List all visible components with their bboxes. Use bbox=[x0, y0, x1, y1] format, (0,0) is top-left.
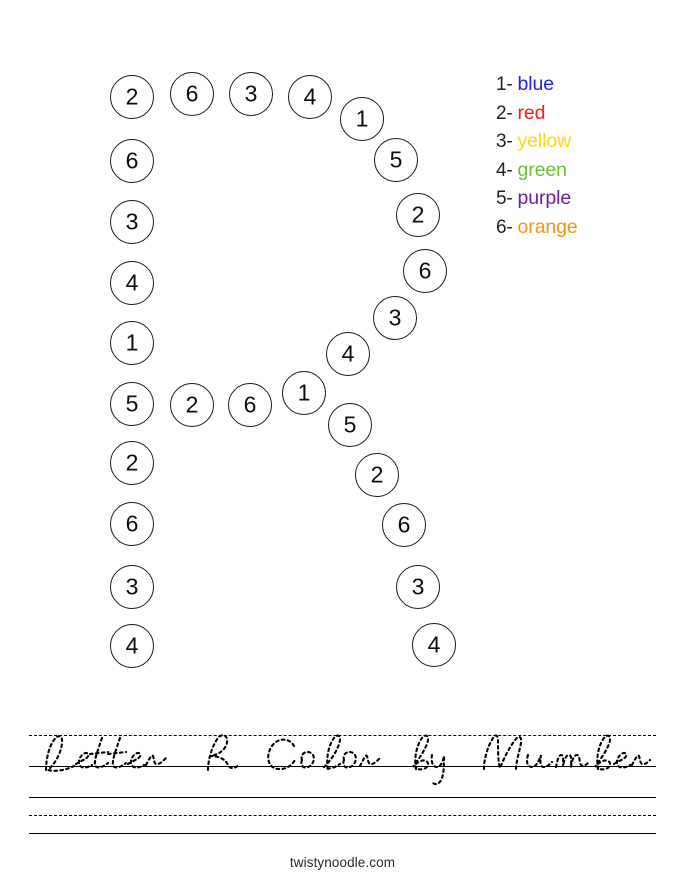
number-dot[interactable]: 6 bbox=[110, 502, 154, 546]
number-dot[interactable]: 2 bbox=[355, 453, 399, 497]
site-footer: twistynoodle.com bbox=[289, 855, 396, 870]
number-dot-value: 5 bbox=[343, 411, 357, 437]
legend-color-word: blue bbox=[517, 73, 555, 95]
number-dot-value: 1 bbox=[355, 105, 369, 131]
legend-number: 5- bbox=[496, 188, 513, 209]
number-dot-value: 3 bbox=[125, 573, 139, 599]
number-dot[interactable]: 5 bbox=[374, 138, 418, 182]
number-dot[interactable]: 1 bbox=[282, 371, 326, 415]
number-dot-value: 6 bbox=[418, 257, 432, 283]
legend-row: 3- yellow bbox=[496, 127, 666, 156]
legend-row: 2- red bbox=[496, 99, 666, 128]
number-dot[interactable]: 5 bbox=[110, 382, 154, 426]
legend-color-word: yellow bbox=[517, 130, 572, 152]
number-dot-value: 4 bbox=[125, 632, 139, 658]
number-dot[interactable]: 6 bbox=[110, 139, 154, 183]
practice-line-dashed-top bbox=[29, 735, 656, 736]
number-dot[interactable]: 1 bbox=[110, 321, 154, 365]
legend-row: 6- orange bbox=[496, 213, 666, 242]
worksheet-page: 263415263463415261526342634 1- blue 2- red 3… bbox=[0, 0, 685, 886]
legend-number: 4- bbox=[496, 159, 513, 181]
number-dot-value: 2 bbox=[185, 391, 199, 417]
number-dot-value: 2 bbox=[125, 449, 139, 475]
number-dot-value: 1 bbox=[125, 329, 139, 355]
practice-line-dashed-mid-2 bbox=[29, 815, 656, 816]
number-dot-value: 3 bbox=[125, 208, 139, 234]
number-dot-value: 6 bbox=[397, 511, 411, 537]
number-dot-value: 2 bbox=[370, 461, 384, 487]
legend-row: 4- green bbox=[496, 156, 666, 185]
color-key-legend: 1- blue 2- red 3- yellow 4- green 5- purple 6- oran… bbox=[496, 70, 666, 241]
number-dot[interactable]: 4 bbox=[110, 261, 154, 305]
number-dot-value: 4 bbox=[125, 269, 139, 295]
practice-line-baseline-2 bbox=[29, 833, 656, 834]
legend-color-word: orange bbox=[517, 215, 578, 238]
number-dot[interactable]: 2 bbox=[396, 193, 440, 237]
practice-line-top-2 bbox=[29, 797, 656, 798]
number-dot[interactable]: 4 bbox=[110, 624, 154, 668]
number-dot-value: 6 bbox=[243, 391, 257, 417]
number-dot-value: 5 bbox=[389, 146, 403, 172]
number-dot[interactable]: 4 bbox=[326, 332, 370, 376]
number-dot-value: 6 bbox=[185, 80, 199, 106]
legend-color-word: green bbox=[517, 158, 567, 181]
legend-color-word: red bbox=[517, 101, 546, 124]
number-dot-value: 3 bbox=[244, 80, 258, 106]
number-dot-value: 2 bbox=[125, 83, 139, 109]
legend-number: 1- bbox=[496, 74, 513, 95]
number-dot[interactable]: 3 bbox=[229, 72, 273, 116]
legend-row: 5- purple bbox=[496, 184, 666, 213]
number-dot-value: 5 bbox=[125, 390, 139, 416]
number-dot-value: 4 bbox=[427, 631, 441, 657]
number-dot[interactable]: 1 bbox=[340, 97, 384, 141]
number-dot-value: 4 bbox=[341, 340, 355, 366]
number-dot-value: 3 bbox=[411, 573, 425, 599]
legend-row: 1- blue bbox=[496, 70, 666, 99]
number-dot-value: 3 bbox=[388, 304, 402, 330]
letter-dot-grid: 263415263463415261526342634 bbox=[0, 0, 490, 700]
number-dot-value: 1 bbox=[297, 379, 311, 405]
legend-number: 2- bbox=[496, 102, 513, 124]
number-dot[interactable]: 3 bbox=[373, 296, 417, 340]
number-dot-value: 2 bbox=[411, 201, 425, 227]
number-dot[interactable]: 3 bbox=[110, 565, 154, 609]
number-dot[interactable]: 2 bbox=[110, 441, 154, 485]
legend-color-word: purple bbox=[517, 187, 572, 209]
number-dot[interactable]: 2 bbox=[110, 75, 154, 119]
number-dot[interactable]: 2 bbox=[170, 383, 214, 427]
handwriting-practice-lines bbox=[29, 735, 656, 835]
number-dot[interactable]: 6 bbox=[382, 503, 426, 547]
number-dot[interactable]: 4 bbox=[288, 75, 332, 119]
number-dot[interactable]: 6 bbox=[228, 383, 272, 427]
number-dot-value: 4 bbox=[303, 83, 317, 109]
number-dot[interactable]: 3 bbox=[110, 200, 154, 244]
number-dot[interactable]: 5 bbox=[328, 403, 372, 447]
number-dot-value: 6 bbox=[125, 510, 139, 536]
legend-number: 3- bbox=[496, 131, 513, 152]
number-dot[interactable]: 6 bbox=[403, 249, 447, 293]
number-dot[interactable]: 3 bbox=[396, 565, 440, 609]
number-dot-value: 6 bbox=[125, 147, 139, 173]
number-dot[interactable]: 6 bbox=[170, 72, 214, 116]
number-dot[interactable]: 4 bbox=[412, 623, 456, 667]
practice-line-baseline-1 bbox=[29, 766, 656, 767]
legend-number: 6- bbox=[496, 216, 513, 238]
